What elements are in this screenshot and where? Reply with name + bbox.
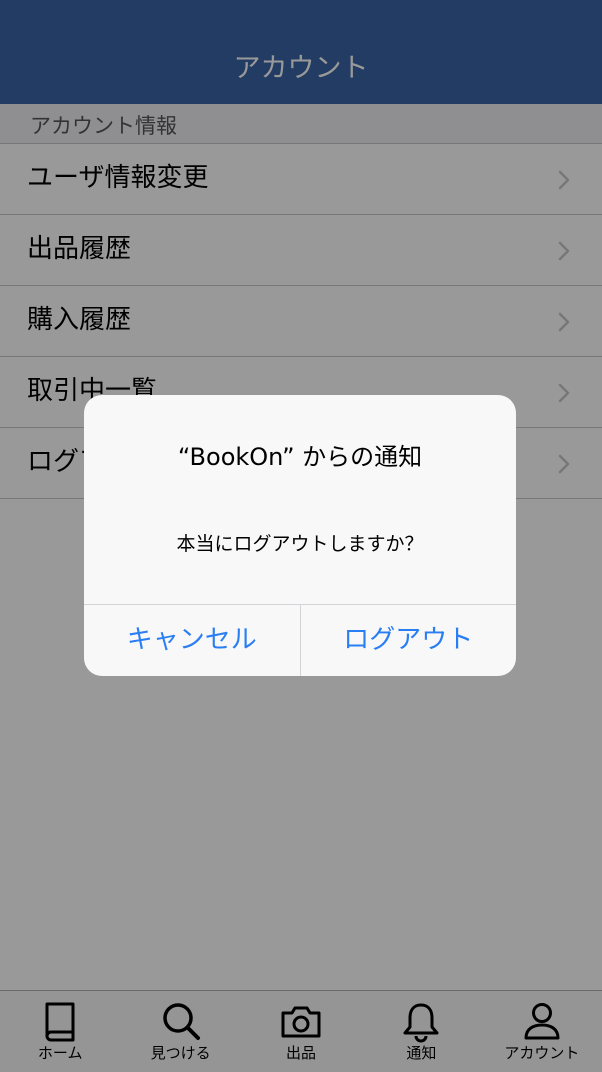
dialog-message: 本当にログアウトしますか？ [176,533,424,555]
logout-confirm-button[interactable]: ログアウト [299,605,517,676]
logout-alert-dialog: “BookOn” からの通知 本当にログアウトしますか？ キャンセル ログアウト [84,395,516,676]
dialog-title: “BookOn” からの通知 [177,443,423,471]
dialog-button-row: キャンセル ログアウト [84,604,516,676]
cancel-button[interactable]: キャンセル [84,605,300,676]
